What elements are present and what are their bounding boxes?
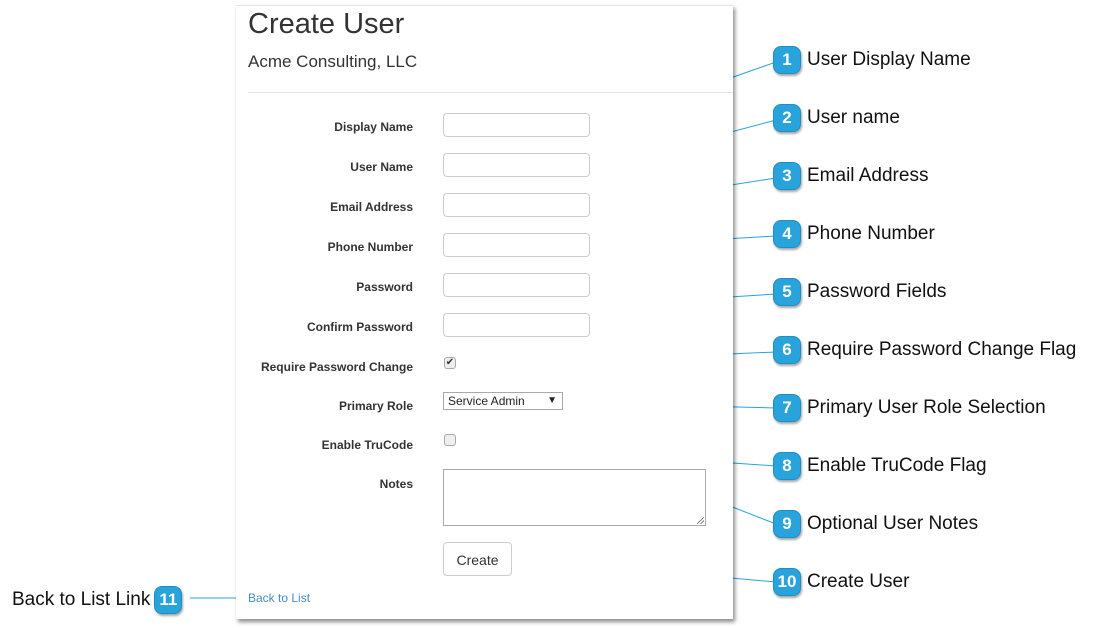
annotation-5: 5 Password Fields — [773, 277, 946, 307]
password-label: Password — [356, 280, 413, 294]
annotation-badge: 6 — [773, 336, 801, 364]
display-name-input[interactable] — [443, 113, 590, 137]
notes-textarea[interactable] — [443, 469, 706, 526]
annotation-badge: 8 — [773, 452, 801, 480]
header-divider — [248, 92, 733, 93]
annotation-badge: 4 — [773, 220, 801, 248]
annotation-9: 9 Optional User Notes — [773, 509, 978, 539]
create-button[interactable]: Create — [443, 542, 512, 576]
annotation-text: Email Address — [807, 165, 929, 186]
create-user-panel: Create User Acme Consulting, LLC Display… — [236, 5, 733, 619]
checkmark-icon: ✔ — [445, 357, 455, 368]
resize-grip-icon[interactable] — [697, 517, 704, 524]
email-address-label: Email Address — [330, 200, 413, 214]
annotation-text: Back to List Link — [12, 589, 151, 610]
annotation-text: Phone Number — [807, 223, 935, 244]
confirm-password-label: Confirm Password — [306, 320, 413, 334]
annotation-text: Optional User Notes — [807, 513, 979, 534]
user-name-label: User Name — [350, 160, 413, 174]
annotation-badge: 3 — [773, 162, 801, 190]
password-input[interactable] — [443, 273, 590, 297]
annotation-text: Primary User Role Selection — [807, 397, 1046, 418]
annotation-badge: 2 — [773, 104, 801, 132]
user-name-input[interactable] — [443, 153, 590, 177]
primary-role-select[interactable]: Service Admin ▼ — [443, 392, 563, 410]
annotation-8: 8 Enable TruCode Flag — [773, 451, 987, 481]
annotation-badge: 9 — [773, 510, 801, 538]
annotation-10: 10 Create User — [773, 567, 909, 597]
annotation-text: User name — [807, 107, 900, 128]
page-title: Create User — [248, 8, 405, 40]
require-password-change-label: Require Password Change — [260, 360, 413, 374]
email-address-input[interactable] — [443, 193, 590, 217]
annotation-1: 1 User Display Name — [773, 45, 971, 75]
confirm-password-input[interactable] — [443, 313, 590, 337]
require-password-change-checkbox[interactable]: ✔ — [444, 357, 456, 369]
annotation-badge: 10 — [773, 568, 801, 596]
annotation-7: 7 Primary User Role Selection — [773, 393, 1046, 423]
enable-trucode-label: Enable TruCode — [321, 438, 413, 452]
primary-role-selected-value: Service Admin — [448, 394, 525, 408]
dropdown-arrow-icon: ▼ — [547, 395, 557, 406]
annotation-4: 4 Phone Number — [773, 219, 935, 249]
annotation-text: Require Password Change Flag — [807, 339, 1077, 360]
display-name-label: Display Name — [334, 120, 413, 134]
annotation-badge: 5 — [773, 278, 801, 306]
annotation-text: Enable TruCode Flag — [807, 455, 987, 476]
phone-number-input[interactable] — [443, 233, 590, 257]
annotation-text: User Display Name — [807, 49, 971, 70]
annotation-3: 3 Email Address — [773, 161, 928, 191]
annotation-text: Password Fields — [807, 281, 947, 302]
phone-number-label: Phone Number — [327, 240, 413, 254]
annotation-11: Back to List Link 11 — [12, 585, 183, 615]
annotation-6: 6 Require Password Change Flag — [773, 335, 1076, 365]
annotation-2: 2 User name — [773, 103, 900, 133]
annotation-badge: 7 — [773, 394, 801, 422]
organization-name: Acme Consulting, LLC — [248, 52, 418, 71]
annotation-text: Create User — [807, 571, 910, 592]
annotation-badge: 11 — [154, 586, 183, 614]
enable-trucode-checkbox[interactable] — [444, 434, 456, 446]
annotation-badge: 1 — [773, 46, 801, 74]
back-to-list-link[interactable]: Back to List — [248, 591, 310, 605]
notes-label: Notes — [379, 477, 413, 491]
primary-role-label: Primary Role — [338, 399, 413, 413]
